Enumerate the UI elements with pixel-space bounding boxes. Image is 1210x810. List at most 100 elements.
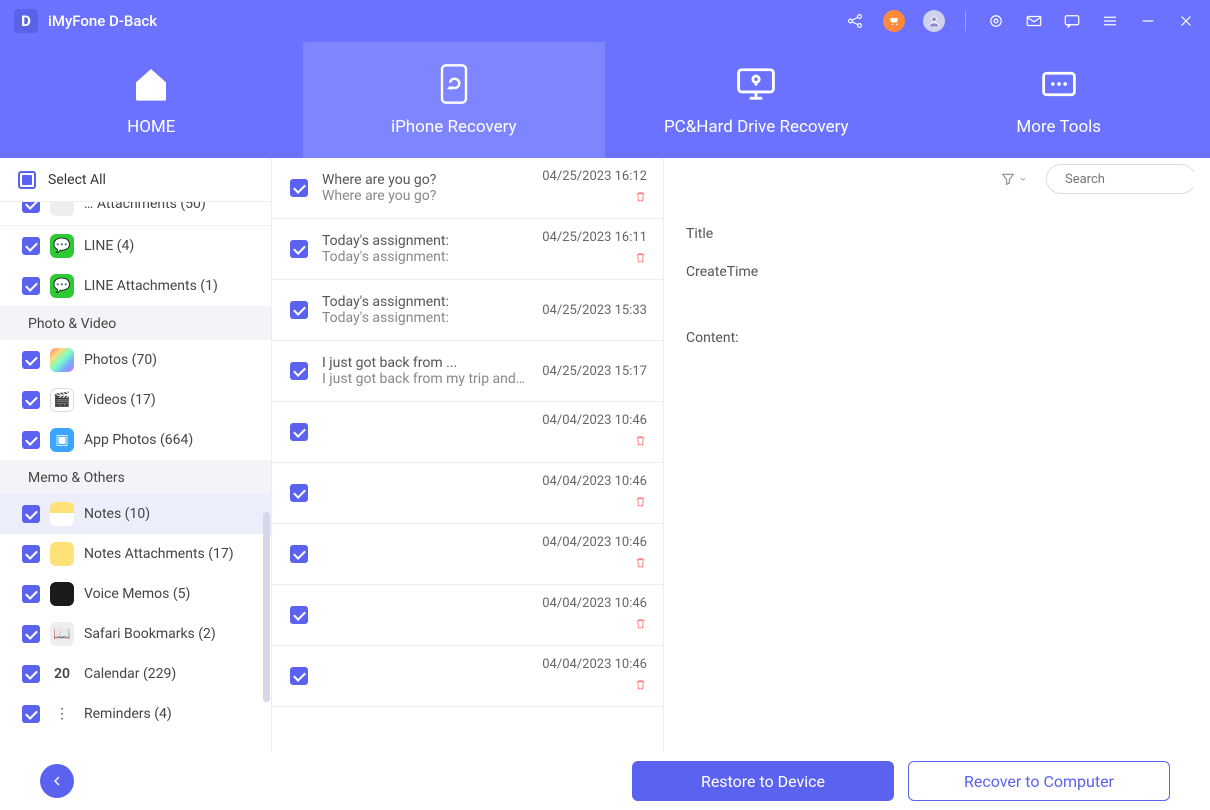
detail-panel: Title CreateTime Content: [664, 158, 1210, 752]
note-checkbox[interactable] [290, 362, 308, 380]
trash-icon[interactable] [634, 188, 647, 207]
nav-home[interactable]: HOME [0, 42, 303, 158]
sidebar-scrollbar[interactable] [263, 512, 270, 702]
restore-to-device-button[interactable]: Restore to Device [632, 761, 894, 801]
note-checkbox[interactable] [290, 484, 308, 502]
note-subtitle: I just got back from my trip and I w... [322, 371, 528, 387]
main-nav: HOME iPhone Recovery PC&Hard Drive Recov… [0, 42, 1210, 158]
mail-icon[interactable] [1024, 11, 1044, 31]
sidebar-item-videos[interactable]: 🎬Videos (17) [0, 380, 271, 420]
trash-icon[interactable] [634, 249, 647, 268]
item-checkbox[interactable] [22, 665, 40, 683]
home-icon [130, 63, 172, 105]
item-checkbox[interactable] [22, 505, 40, 523]
trash-icon[interactable] [634, 554, 647, 573]
note-row[interactable]: 04/04/2023 10:46 [272, 646, 663, 707]
sidebar-item-line2[interactable]: 💬LINE Attachments (1) [0, 266, 271, 306]
line-icon: 💬 [50, 234, 74, 258]
note-checkbox[interactable] [290, 240, 308, 258]
note-row[interactable]: 04/04/2023 10:46 [272, 463, 663, 524]
filter-button[interactable] [1000, 171, 1028, 187]
rem-icon: ⋮ [50, 702, 74, 726]
sidebar-item-label: Calendar (229) [84, 666, 176, 682]
line2-icon: 💬 [50, 274, 74, 298]
sidebar-item-notesatt[interactable]: Notes Attachments (17) [0, 534, 271, 574]
item-checkbox[interactable] [22, 391, 40, 409]
recover-to-computer-button[interactable]: Recover to Computer [908, 761, 1170, 801]
sidebar-item-voice[interactable]: Voice Memos (5) [0, 574, 271, 614]
note-date: 04/25/2023 15:33 [542, 303, 647, 318]
note-row[interactable]: 04/04/2023 10:46 [272, 524, 663, 585]
content-area: Select All … Attachments (50) 💬LINE (4)💬L… [0, 158, 1210, 752]
app-window: D iMyFone D-Back HOME iPhone Recovery PC… [0, 0, 1210, 810]
note-checkbox[interactable] [290, 179, 308, 197]
cart-icon[interactable] [883, 10, 905, 32]
note-row[interactable]: I just got back from ...I just got back … [272, 341, 663, 402]
note-subtitle: Today's assignment: [322, 249, 528, 265]
select-all-label: Select All [48, 172, 106, 188]
minimize-icon[interactable] [1138, 11, 1158, 31]
feedback-icon[interactable] [1062, 11, 1082, 31]
back-button[interactable] [40, 764, 74, 798]
note-row[interactable]: Today's assignment:Today's assignment:04… [272, 219, 663, 280]
share-icon[interactable] [845, 11, 865, 31]
profile-icon[interactable] [923, 10, 945, 32]
item-checkbox[interactable] [22, 585, 40, 603]
note-checkbox[interactable] [290, 545, 308, 563]
note-date: 04/04/2023 10:46 [542, 413, 647, 428]
item-checkbox[interactable] [22, 705, 40, 723]
nav-more-tools[interactable]: More Tools [908, 42, 1210, 158]
item-checkbox[interactable] [22, 277, 40, 295]
note-row[interactable]: 04/04/2023 10:46 [272, 402, 663, 463]
sidebar-item-label: Photos (70) [84, 352, 157, 368]
cal-icon: 20 [50, 662, 74, 686]
search-input[interactable] [1065, 172, 1210, 187]
note-row[interactable]: Today's assignment:Today's assignment:04… [272, 280, 663, 341]
app-logo: D [14, 9, 38, 33]
sidebar-item-appphotos[interactable]: ▣App Photos (664) [0, 420, 271, 460]
item-checkbox[interactable] [22, 237, 40, 255]
trash-icon[interactable] [634, 676, 647, 695]
search-input-wrapper[interactable] [1046, 164, 1196, 194]
note-row[interactable]: 04/04/2023 10:46 [272, 585, 663, 646]
item-checkbox[interactable] [22, 625, 40, 643]
item-checkbox[interactable] [22, 202, 40, 213]
note-date: 04/25/2023 16:12 [542, 169, 647, 184]
app-title: iMyFone D-Back [48, 12, 845, 30]
item-checkbox[interactable] [22, 545, 40, 563]
voice-icon [50, 582, 74, 606]
trash-icon[interactable] [634, 615, 647, 634]
sidebar-item-safari[interactable]: 📖Safari Bookmarks (2) [0, 614, 271, 654]
sidebar-group: Photo & Video [0, 306, 271, 340]
notesatt-icon [50, 542, 74, 566]
note-checkbox[interactable] [290, 301, 308, 319]
nav-iphone-recovery[interactable]: iPhone Recovery [303, 42, 606, 158]
notes-panel: Where are you go?Where are you go?04/25/… [272, 158, 664, 752]
note-date: 04/04/2023 10:46 [542, 474, 647, 489]
note-checkbox[interactable] [290, 423, 308, 441]
titlebar-actions [845, 10, 1196, 32]
trash-icon[interactable] [634, 493, 647, 512]
sidebar-item[interactable]: … Attachments (50) [0, 202, 271, 224]
close-icon[interactable] [1176, 11, 1196, 31]
note-checkbox[interactable] [290, 667, 308, 685]
detail-createtime-label: CreateTime [686, 258, 1188, 286]
sidebar-item-label: … Attachments (50) [84, 202, 206, 212]
note-row[interactable]: Where are you go?Where are you go?04/25/… [272, 158, 663, 219]
select-all-toggle[interactable]: Select All [0, 158, 271, 202]
sidebar-item-photos[interactable]: Photos (70) [0, 340, 271, 380]
trash-icon[interactable] [634, 432, 647, 451]
item-checkbox[interactable] [22, 431, 40, 449]
sidebar-item-cal[interactable]: 20 Calendar (229) [0, 654, 271, 694]
sidebar-item-label: Voice Memos (5) [84, 586, 190, 602]
item-checkbox[interactable] [22, 351, 40, 369]
select-all-checkbox[interactable] [18, 171, 36, 189]
menu-icon[interactable] [1100, 11, 1120, 31]
note-checkbox[interactable] [290, 606, 308, 624]
sidebar-item-rem[interactable]: ⋮Reminders (4) [0, 694, 271, 734]
nav-label: HOME [127, 117, 175, 137]
sidebar-item-notes[interactable]: Notes (10) [0, 494, 271, 534]
nav-pc-recovery[interactable]: PC&Hard Drive Recovery [605, 42, 908, 158]
settings-icon[interactable] [986, 11, 1006, 31]
sidebar-item-line[interactable]: 💬LINE (4) [0, 226, 271, 266]
